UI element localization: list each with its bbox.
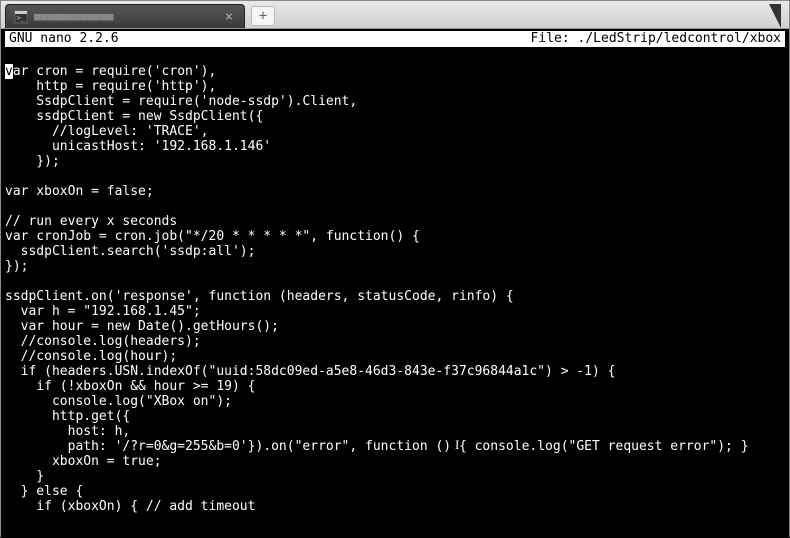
code-line: http = require('http'), <box>5 79 785 94</box>
code-line: if (xboxOn) { // add timeout <box>5 499 785 514</box>
code-line: }); <box>5 259 785 274</box>
code-line: var hour = new Date().getHours(); <box>5 319 785 334</box>
terminal-icon: >_ <box>14 10 28 24</box>
code-line: } else { <box>5 484 785 499</box>
code-line: } <box>5 469 785 484</box>
code-line: var h = "192.168.1.45"; <box>5 304 785 319</box>
code-line: ssdpClient.search('ssdp:all'); <box>5 244 785 259</box>
code-line: path: '/?r=0&g=255&b=0'}).on("error", fu… <box>5 439 785 454</box>
nano-version: GNU nano 2.2.6 <box>7 31 119 47</box>
code-line: console.log("XBox on"); <box>5 394 785 409</box>
code-line <box>5 199 785 214</box>
code-line: SsdpClient = require('node-ssdp').Client… <box>5 94 785 109</box>
svg-text:>_: >_ <box>17 14 26 22</box>
code-line: //console.log(hour); <box>5 349 785 364</box>
tab-title: ■■■■■■■■■■■■ <box>34 10 216 23</box>
code-line: ssdpClient = new SsdpClient({ <box>5 109 785 124</box>
close-icon[interactable]: × <box>222 10 236 24</box>
terminal-area[interactable]: GNU nano 2.2.6 File: ./LedStrip/ledcontr… <box>1 29 789 538</box>
code-line: // run every x seconds <box>5 214 785 229</box>
code-line <box>5 169 785 184</box>
code-line: //console.log(headers); <box>5 334 785 349</box>
code-area[interactable]: var cron = require('cron'), http = requi… <box>5 47 785 514</box>
code-line: xboxOn = true; <box>5 454 785 469</box>
code-line: var xboxOn = false; <box>5 184 785 199</box>
tab-bar-corner <box>769 4 781 28</box>
tab-bar: >_ ■■■■■■■■■■■■ × + <box>1 1 789 29</box>
new-tab-button[interactable]: + <box>251 6 275 26</box>
code-line: //logLevel: 'TRACE', <box>5 124 785 139</box>
editor-cursor: v <box>5 64 13 79</box>
code-line <box>5 49 785 64</box>
terminal-tab[interactable]: >_ ■■■■■■■■■■■■ × <box>5 4 245 28</box>
code-line: }); <box>5 154 785 169</box>
code-line: var cronJob = cron.job("*/20 * * * * *",… <box>5 229 785 244</box>
code-line: if (!xboxOn && hour >= 19) { <box>5 379 785 394</box>
code-line: http.get({ <box>5 409 785 424</box>
code-line: host: h, <box>5 424 785 439</box>
code-line <box>5 274 785 289</box>
code-line: if (headers.USN.indexOf("uuid:58dc09ed-a… <box>5 364 785 379</box>
code-line: ssdpClient.on('response', function (head… <box>5 289 785 304</box>
nano-file-path: File: ./LedStrip/ledcontrol/xbox <box>531 31 783 47</box>
code-line: var cron = require('cron'), <box>5 64 785 79</box>
plus-icon: + <box>259 8 267 24</box>
nano-status-bar: GNU nano 2.2.6 File: ./LedStrip/ledcontr… <box>5 31 785 47</box>
code-line: unicastHost: '192.168.1.146' <box>5 139 785 154</box>
